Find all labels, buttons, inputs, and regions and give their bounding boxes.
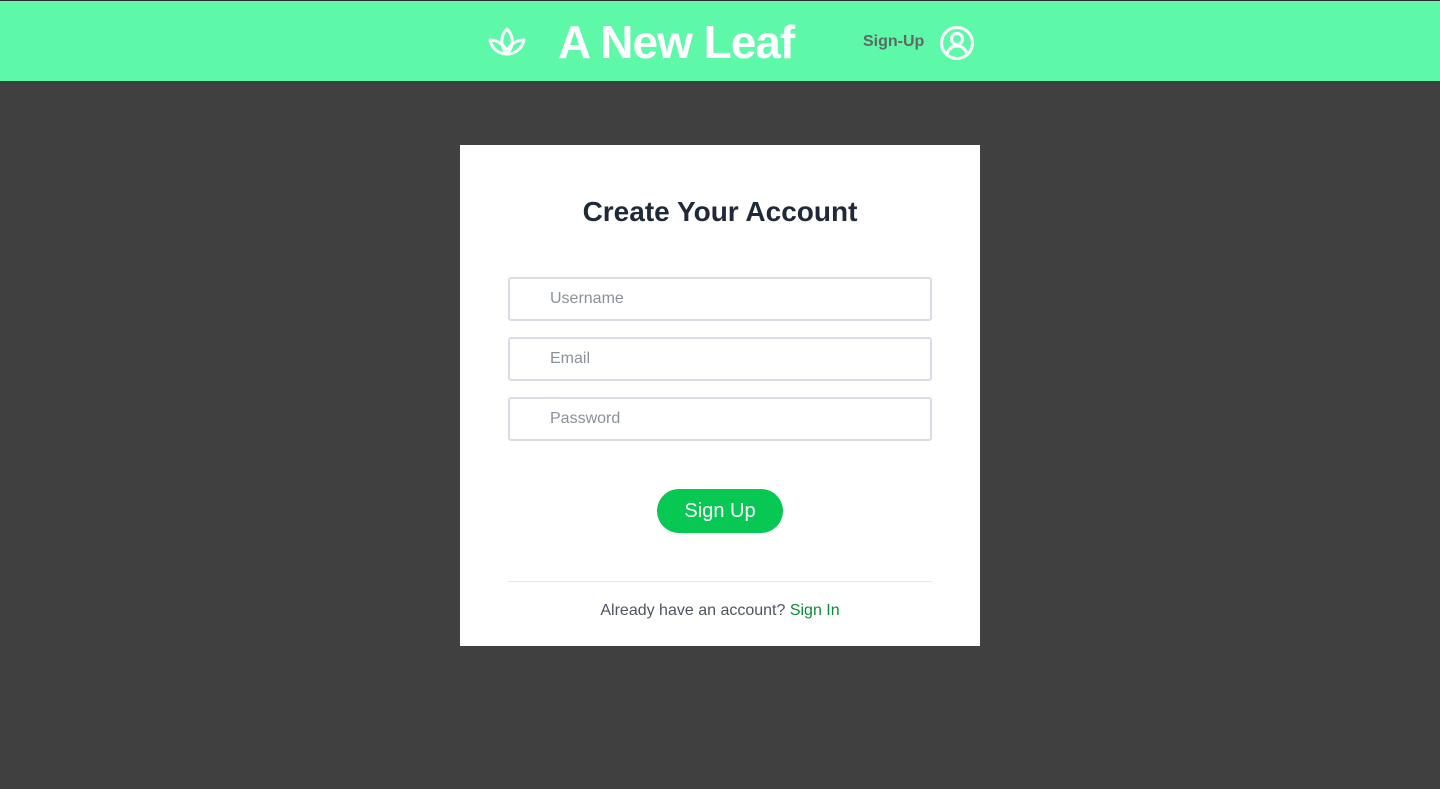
signin-prompt-text: Already have an account? [600,602,786,619]
signup-card: Create Your Account Sign Up Already have… [460,145,980,646]
page-title: Create Your Account [582,196,858,227]
password-input[interactable] [508,397,932,441]
sign-in-link[interactable]: Sign In [790,602,840,619]
username-input[interactable] [508,277,932,321]
leaf-icon[interactable] [487,25,527,59]
brand-title[interactable]: A New Leaf [558,15,795,69]
email-input[interactable] [508,337,932,381]
user-circle-icon[interactable] [939,25,975,61]
signin-prompt: Already have an account? Sign In [460,601,980,621]
divider [508,581,932,582]
sign-up-button[interactable]: Sign Up [657,489,783,533]
signup-nav-link[interactable]: Sign-Up [863,32,924,52]
top-navigation-bar: A New Leaf Sign-Up [0,0,1440,81]
